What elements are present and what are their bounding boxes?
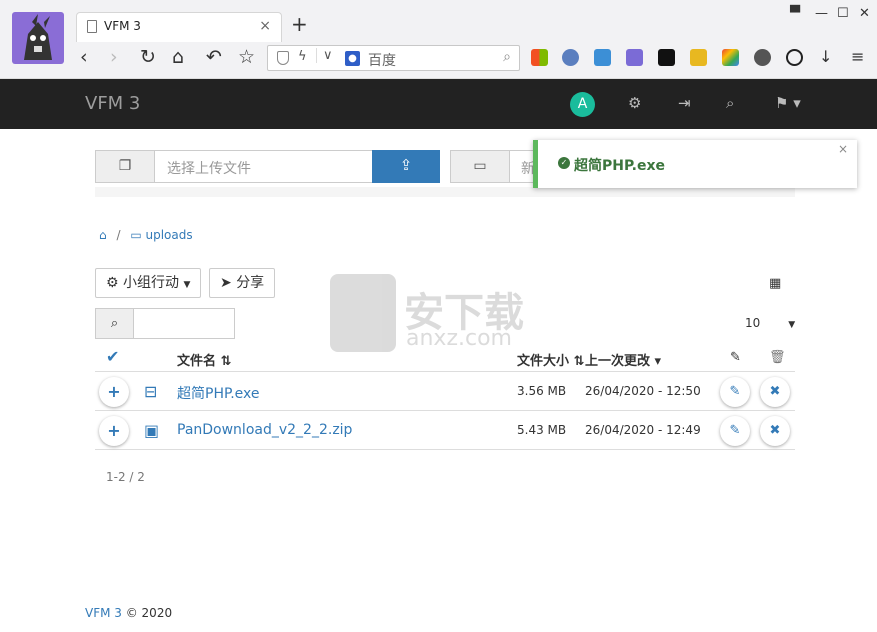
bookmark-star-icon[interactable]: ☆ — [238, 46, 255, 68]
toast-message: 超简PHP.exe — [574, 158, 666, 174]
address-query[interactable]: 百度 — [368, 50, 396, 70]
header-filename[interactable]: 文件名 ⇅ — [177, 350, 231, 369]
extension-screen-icon[interactable] — [594, 49, 611, 66]
new-tab-button[interactable]: + — [291, 12, 308, 36]
document-icon — [87, 20, 97, 33]
caret-down-icon: ▼ — [183, 280, 191, 290]
folder-open-icon: ▭ — [451, 151, 510, 182]
header-modified[interactable]: 上一次更改 ▾ — [585, 350, 661, 369]
reload-icon[interactable]: ↻ — [140, 46, 156, 68]
breadcrumb-separator: / — [116, 228, 121, 242]
back-icon[interactable]: ‹ — [80, 46, 88, 68]
table-row: + ▣ PanDownload_v2_2_2.zip 5.43 MB 26/04… — [95, 411, 795, 450]
footer-brand-link[interactable]: VFM 3 — [85, 606, 122, 620]
pencil-icon: ✎ — [730, 350, 741, 365]
group-action-button[interactable]: ⚙ 小组行动 ▼ — [95, 268, 202, 298]
tab-title: VFM 3 — [104, 19, 141, 33]
breadcrumb: ⌂ / ▭ uploads — [99, 228, 193, 242]
trash-icon: 🗑 — [769, 350, 786, 365]
cog-icon: ⚙ — [106, 275, 119, 291]
shield-icon[interactable] — [277, 51, 289, 65]
paper-plane-icon: ➤ — [220, 275, 232, 291]
select-all-check-icon[interactable]: ✔ — [106, 347, 119, 366]
edit-button[interactable]: ✎ — [720, 416, 750, 446]
caret-down-icon: ▼ — [788, 320, 796, 330]
user-avatar[interactable]: A — [570, 92, 595, 117]
extension-tiles-icon[interactable] — [531, 49, 548, 66]
new-folder-group: ▭ 新 — [450, 150, 540, 183]
close-icon[interactable]: ✕ — [859, 6, 870, 21]
upload-file-input[interactable]: 选择上传文件 — [167, 158, 251, 178]
download-icon[interactable]: ↓ — [819, 46, 832, 68]
shirt-icon[interactable]: ▀ — [790, 6, 800, 21]
chevron-down-icon[interactable]: ∨ — [316, 48, 333, 63]
footer-copyright: © 2020 — [121, 606, 173, 620]
breadcrumb-uploads[interactable]: uploads — [146, 228, 193, 242]
app-navbar: VFM 3 A ⚙ ⇥ ⌕ ⚑ ▾ — [0, 79, 877, 129]
file-size: 3.56 MB — [517, 384, 567, 398]
footer: VFM 3 © 2020 — [85, 606, 172, 620]
grid-view-icon[interactable]: ▦ — [769, 276, 781, 291]
app-brand[interactable]: VFM 3 — [85, 93, 140, 114]
extension-game-icon[interactable] — [658, 49, 675, 66]
share-label: 分享 — [236, 275, 265, 291]
watermark-bag-icon — [330, 274, 396, 352]
profile-avatar[interactable] — [12, 12, 64, 64]
group-action-label: 小组行动 — [123, 275, 180, 291]
table-header: ✔ 文件名 ⇅ 文件大小 ⇅ 上一次更改 ▾ ✎ 🗑 — [95, 342, 795, 372]
file-modified: 26/04/2020 - 12:50 — [585, 384, 701, 398]
maximize-icon[interactable]: ☐ — [837, 6, 849, 21]
extension-window-icon[interactable] — [626, 49, 643, 66]
sitemap-icon[interactable]: ⌂ — [99, 228, 107, 242]
header-filesize[interactable]: 文件大小 ⇅ — [517, 350, 584, 369]
check-circle-icon: ✓ — [558, 157, 570, 169]
file-modified: 26/04/2020 - 12:49 — [585, 423, 701, 437]
search-icon[interactable]: ⌕ — [726, 94, 734, 112]
delete-button[interactable]: ✖ — [760, 416, 790, 446]
per-page-value: 10 — [745, 316, 761, 330]
file-size: 5.43 MB — [517, 423, 567, 437]
browser-chrome: VFM 3 × + ▀ — ☐ ✕ ‹ › ↻ ⌂ ↶ ☆ ϟ ∨ ● 百度 ⌕… — [0, 0, 877, 79]
delete-button[interactable]: ✖ — [760, 377, 790, 407]
lightning-icon[interactable]: ϟ — [298, 49, 307, 64]
pagination-info: 1-2 / 2 — [106, 470, 145, 484]
gears-icon[interactable]: ⚙ — [628, 94, 641, 112]
upload-progress — [95, 187, 795, 197]
file-name-link[interactable]: PanDownload_v2_2_2.zip — [177, 422, 352, 438]
per-page-select[interactable]: 10 ▼ — [745, 316, 795, 330]
extension-color-icon[interactable] — [722, 49, 739, 66]
files-icon: ❐ — [96, 151, 155, 182]
file-search: ⌕ — [95, 308, 235, 339]
share-button[interactable]: ➤ 分享 — [209, 268, 276, 298]
tab-vfm[interactable]: VFM 3 × — [76, 12, 282, 42]
file-name-link[interactable]: 超简PHP.exe — [177, 383, 260, 403]
baidu-paw-icon: ● — [345, 51, 360, 66]
drive-icon: ⊟ — [144, 382, 158, 401]
forward-icon[interactable]: › — [110, 46, 118, 68]
search-icon[interactable]: ⌕ — [503, 49, 511, 65]
folder-icon: ▭ — [130, 228, 142, 242]
expand-plus-button[interactable]: + — [99, 416, 129, 446]
alarm-clock-icon[interactable] — [786, 49, 803, 66]
upload-success-toast: ✓ 超简PHP.exe × — [533, 140, 857, 188]
flag-dropdown-icon[interactable]: ⚑ ▾ — [775, 94, 801, 112]
toast-close-icon[interactable]: × — [838, 142, 848, 156]
upload-button[interactable]: ⇪ — [372, 150, 440, 183]
minimize-icon[interactable]: — — [815, 6, 828, 21]
extension-balls-icon[interactable] — [754, 49, 771, 66]
edit-button[interactable]: ✎ — [720, 377, 750, 407]
search-icon: ⌕ — [96, 309, 134, 338]
tab-close-icon[interactable]: × — [259, 18, 271, 34]
address-bar[interactable]: ϟ ∨ ● 百度 ⌕ — [267, 45, 520, 71]
upload-group: ❐ 选择上传文件 ⇪ — [95, 150, 440, 183]
extension-shield-icon[interactable] — [562, 49, 579, 66]
home-icon[interactable]: ⌂ — [172, 46, 184, 68]
undo-icon[interactable]: ↶ — [206, 46, 222, 68]
table-row: + ⊟ 超简PHP.exe 3.56 MB 26/04/2020 - 12:50… — [95, 372, 795, 411]
extension-cat-icon[interactable] — [690, 49, 707, 66]
logout-icon[interactable]: ⇥ — [678, 94, 691, 112]
menu-icon[interactable]: ≡ — [851, 46, 864, 68]
expand-plus-button[interactable]: + — [99, 377, 129, 407]
archive-icon: ▣ — [144, 421, 160, 440]
